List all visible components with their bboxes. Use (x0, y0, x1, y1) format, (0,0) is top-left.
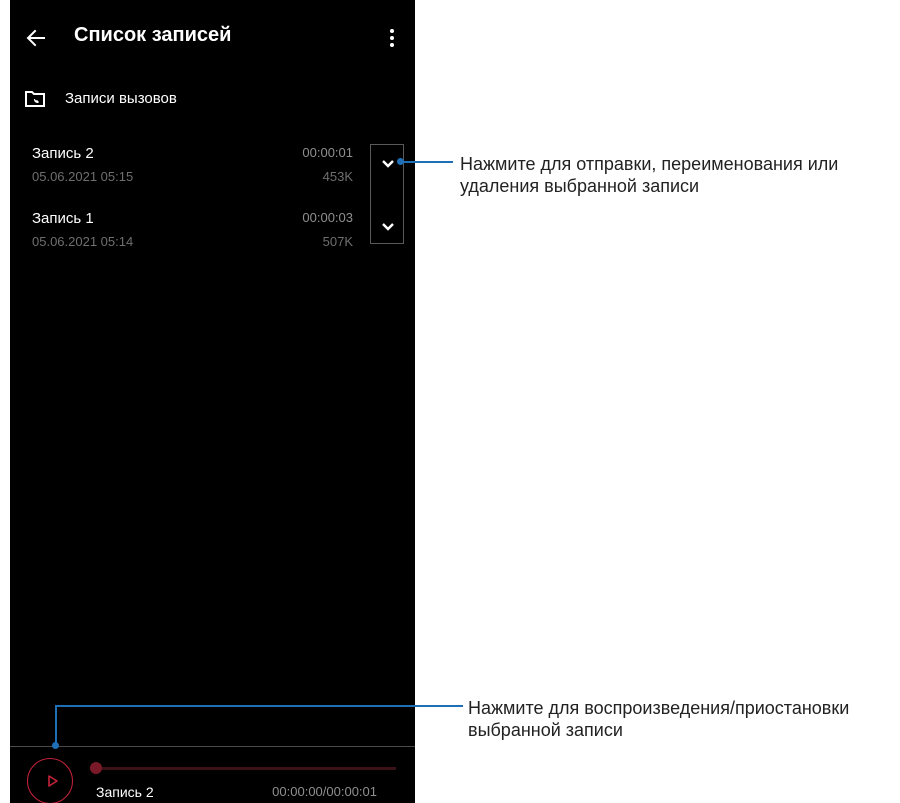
callout-line (55, 706, 57, 746)
folder-phone-icon (25, 91, 45, 107)
player-divider (10, 746, 415, 747)
callout-line-1: Нажмите для воспроизведения/приостановки (468, 698, 850, 718)
progress-track[interactable] (96, 767, 396, 770)
callout-line-1: Нажмите для отправки, переименования или (460, 154, 839, 174)
list-item[interactable]: Запись 2 05.06.2021 05:15 00:00:01 453K (10, 145, 415, 201)
callout-line (55, 705, 463, 707)
play-icon (48, 775, 58, 787)
call-recordings-folder[interactable]: Записи вызовов (10, 82, 415, 118)
page-title: Список записей (74, 24, 232, 46)
more-vertical-icon[interactable] (382, 26, 402, 50)
app-bar: Список записей (10, 0, 415, 78)
folder-label: Записи вызовов (65, 90, 177, 107)
play-pause-button[interactable] (27, 758, 73, 803)
recorder-screen: Список записей Записи вызовов Запись 2 0… (10, 0, 415, 803)
expand-callout-text: Нажмите для отправки, переименования или… (460, 153, 900, 197)
callout-line (401, 161, 453, 163)
now-playing-name: Запись 2 (96, 784, 154, 800)
recording-date: 05.06.2021 05:14 (32, 234, 134, 249)
recording-duration: 00:00:03 (302, 210, 353, 225)
callout-line-2: выбранной записи (468, 720, 623, 740)
chevron-down-icon[interactable] (380, 221, 396, 233)
playback-time: 00:00:00/00:00:01 (272, 784, 377, 799)
recording-date: 05.06.2021 05:15 (32, 169, 134, 184)
arrow-left-icon[interactable] (24, 26, 48, 50)
callout-line-2: удаления выбранной записи (460, 176, 700, 196)
recording-name: Запись 2 (32, 145, 94, 162)
play-callout-text: Нажмите для воспроизведения/приостановки… (468, 697, 900, 741)
list-item[interactable]: Запись 1 05.06.2021 05:14 00:00:03 507K (10, 210, 415, 266)
recording-name: Запись 1 (32, 210, 94, 227)
recording-size: 453K (322, 169, 353, 184)
progress-thumb[interactable] (90, 762, 102, 774)
recording-size: 507K (322, 234, 353, 249)
recording-duration: 00:00:01 (302, 145, 353, 160)
chevron-down-icon[interactable] (380, 158, 396, 170)
